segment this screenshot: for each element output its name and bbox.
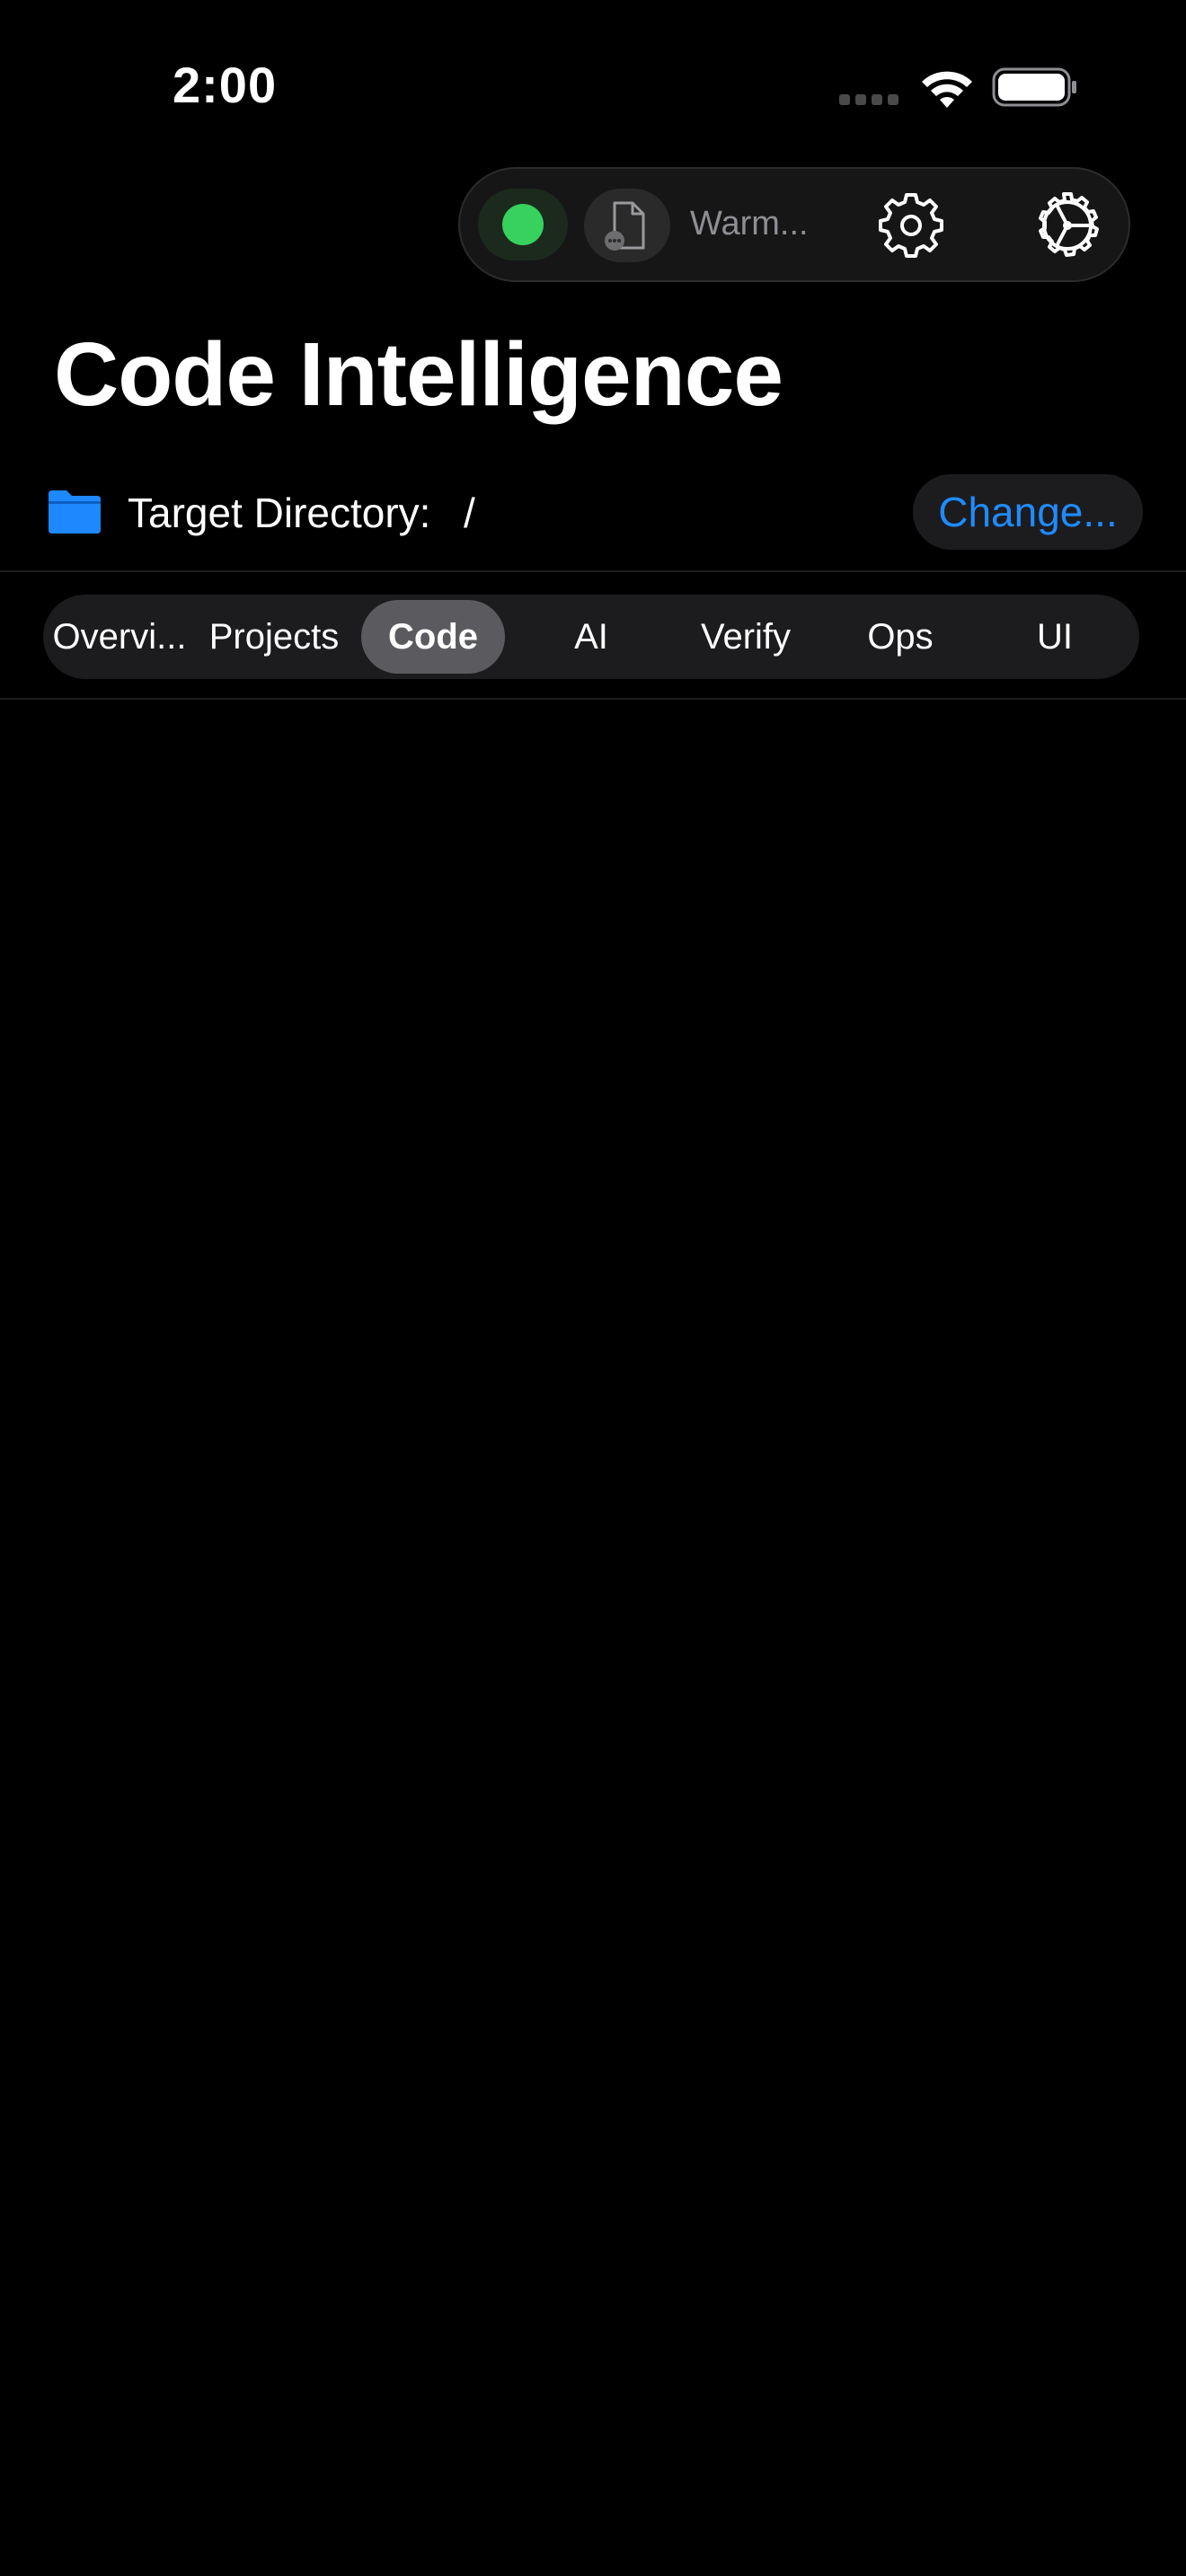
gear-icon [879, 193, 943, 258]
content-area [0, 700, 1186, 2576]
warm-status-label: Warm... [690, 205, 809, 243]
target-directory-label: Target Directory: [128, 490, 431, 536]
app-screen: 2:00 Warm... Code Intelligence Target Di… [0, 0, 1186, 2576]
tab-code[interactable]: Code [361, 600, 505, 674]
settings-button[interactable] [870, 189, 952, 262]
cellular-signal-icon [839, 94, 902, 105]
tab-verify[interactable]: Verify [672, 600, 819, 674]
status-time: 2:00 [173, 57, 278, 113]
page-title: Code Intelligence [54, 324, 783, 425]
divider [0, 570, 1186, 572]
target-directory-value: / [464, 490, 475, 536]
section-tabs: Overvi... Projects Code AI Verify Ops UI [43, 595, 1139, 679]
tab-ops[interactable]: Ops [828, 600, 972, 674]
tab-ai[interactable]: AI [519, 600, 663, 674]
toolbar: Warm... [458, 167, 1130, 282]
tab-overview[interactable]: Overvi... [47, 600, 192, 674]
wifi-icon [922, 71, 972, 108]
gear-play-icon [1039, 192, 1099, 257]
tab-ui[interactable]: UI [983, 600, 1127, 674]
automation-settings-button[interactable] [1026, 189, 1109, 262]
battery-icon [992, 67, 1076, 107]
status-dot-icon [502, 204, 544, 245]
document-button[interactable] [584, 189, 670, 262]
tab-projects[interactable]: Projects [199, 600, 349, 674]
change-directory-button[interactable]: Change... [913, 474, 1143, 550]
document-icon [605, 201, 645, 251]
server-status-indicator[interactable] [478, 189, 568, 260]
folder-icon [49, 490, 101, 534]
